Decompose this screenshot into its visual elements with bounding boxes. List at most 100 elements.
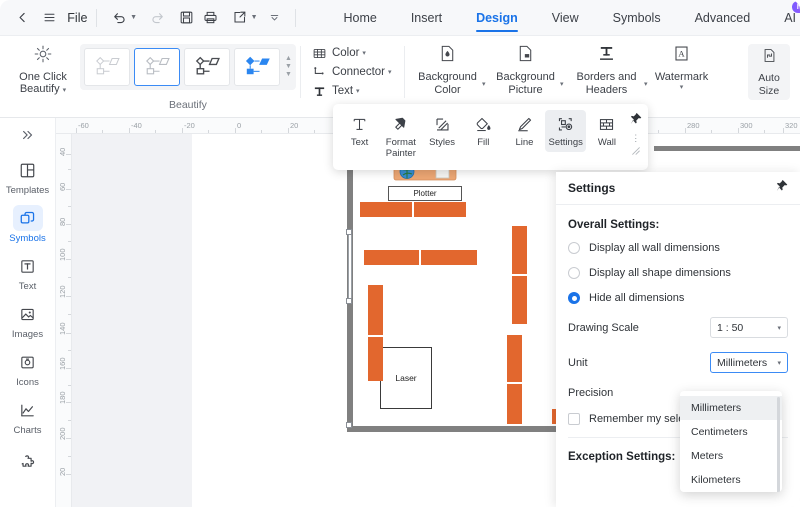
float-settings-button[interactable]: Settings: [545, 110, 587, 152]
float-format-painter-button[interactable]: Format Painter: [380, 110, 421, 159]
export-button[interactable]: ▼: [227, 5, 258, 31]
desk-shape[interactable]: [507, 384, 522, 424]
unit-select[interactable]: Millimeters ▾: [710, 352, 788, 373]
float-styles-label: Styles: [429, 137, 455, 148]
beautify-thumb-3[interactable]: [184, 48, 230, 86]
sidebar-item-label: Symbols: [9, 233, 46, 244]
beautify-thumb-2[interactable]: [134, 48, 180, 86]
text-menu-button[interactable]: Text ▾: [313, 84, 392, 98]
pin-icon[interactable]: [776, 179, 788, 197]
tab-ai[interactable]: AI hot: [767, 0, 800, 36]
more-commands-button[interactable]: [267, 5, 283, 31]
desk-shape[interactable]: [368, 337, 383, 381]
float-settings-label: Settings: [548, 137, 583, 148]
float-fill-button[interactable]: Fill: [463, 110, 504, 148]
share-export-icon: [227, 5, 253, 31]
sidebar-item-images[interactable]: Images: [4, 301, 52, 340]
float-wall-button[interactable]: Wall: [586, 110, 627, 148]
wall-top-selected[interactable]: [654, 146, 800, 151]
sidebar-item-icons[interactable]: Icons: [4, 349, 52, 388]
beautify-thumb-1[interactable]: [84, 48, 130, 86]
chevron-down-icon[interactable]: ▾: [680, 84, 684, 92]
sidebar-item-plugins[interactable]: [4, 449, 52, 475]
unit-option-centimeters[interactable]: Centimeters: [680, 420, 782, 444]
dropdown-scrollbar[interactable]: [777, 397, 780, 492]
ribbon-small-items: Color ▾ Connector ▾ Text ▾: [313, 36, 392, 98]
desk-shape[interactable]: [414, 202, 466, 217]
tab-home[interactable]: Home: [326, 0, 393, 36]
drawing-scale-select[interactable]: 1 : 50 ▾: [710, 317, 788, 338]
desk-shape[interactable]: [421, 250, 477, 265]
desk-shape[interactable]: [364, 250, 419, 265]
color-menu-button[interactable]: Color ▾: [313, 46, 392, 60]
chevron-down-icon[interactable]: ▾: [644, 80, 648, 88]
radio-hide-all-dimensions[interactable]: Hide all dimensions: [568, 292, 788, 304]
beautify-style-strip: ▲ ▼ ▼: [80, 44, 296, 90]
background-color-button[interactable]: Background Color ▾: [409, 36, 487, 96]
vertical-ruler[interactable]: 40 60 80 100 120 140 160 180 200 20: [56, 134, 72, 507]
connector-menu-button[interactable]: Connector ▾: [313, 65, 392, 79]
sidebar-item-symbols[interactable]: Symbols: [4, 205, 52, 244]
save-button[interactable]: [178, 5, 194, 31]
more-dots-icon[interactable]: ⋮: [631, 134, 640, 143]
beautify-thumb-4[interactable]: [234, 48, 280, 86]
wall-handle[interactable]: [346, 298, 352, 304]
laser-shape[interactable]: Laser: [380, 347, 432, 409]
unit-option-kilometers[interactable]: Kilometers: [680, 468, 782, 492]
beautify-scroll-arrows[interactable]: ▲ ▼ ▼: [285, 55, 292, 78]
sidebar-item-templates[interactable]: Templates: [4, 157, 52, 196]
desk-shape[interactable]: [507, 335, 522, 382]
resize-handle-icon[interactable]: [631, 146, 641, 158]
sidebar-expand-button[interactable]: [21, 124, 35, 148]
auto-size-label: Auto Size: [758, 72, 780, 97]
wall-handle[interactable]: [346, 422, 352, 428]
scroll-up-icon[interactable]: ▲: [285, 55, 292, 62]
undo-button[interactable]: ▼: [106, 5, 137, 31]
chevron-down-icon[interactable]: ▾: [482, 80, 486, 88]
redo-button[interactable]: [144, 5, 170, 31]
float-styles-button[interactable]: Styles: [421, 110, 462, 148]
tab-advanced[interactable]: Advanced: [678, 0, 768, 36]
back-button[interactable]: [14, 5, 30, 31]
background-picture-button[interactable]: Background Picture ▾: [487, 36, 565, 96]
one-click-beautify-button[interactable]: One Click Beautify ▾: [6, 36, 80, 97]
wall-left-lower[interactable]: [347, 302, 353, 432]
float-text-button[interactable]: Text: [339, 110, 380, 148]
radio-button[interactable]: [568, 242, 580, 254]
desk-shape[interactable]: [512, 226, 527, 274]
float-line-label: Line: [515, 137, 534, 148]
print-button[interactable]: [202, 5, 218, 31]
watermark-button[interactable]: A Watermark ▾: [649, 36, 715, 92]
float-line-button[interactable]: Line: [504, 110, 545, 148]
auto-size-button[interactable]: Auto Size: [748, 44, 790, 100]
plotter-label-box[interactable]: Plotter: [388, 186, 462, 201]
radio-display-wall-dimensions[interactable]: Display all wall dimensions: [568, 242, 788, 254]
scroll-down-icon[interactable]: ▼: [285, 63, 292, 70]
tab-symbols[interactable]: Symbols: [596, 0, 678, 36]
bg-color-icon: [438, 44, 457, 68]
chevron-down-icon[interactable]: ▾: [560, 80, 564, 88]
radio-display-shape-dimensions[interactable]: Display all shape dimensions: [568, 267, 788, 279]
desk-shape[interactable]: [512, 276, 527, 324]
file-menu-button[interactable]: File: [36, 5, 87, 31]
tab-insert[interactable]: Insert: [394, 0, 459, 36]
sidebar-item-text[interactable]: Text: [4, 253, 52, 292]
unit-dropdown-menu[interactable]: Millimeters Centimeters Meters Kilometer…: [680, 391, 782, 492]
radio-button[interactable]: [568, 267, 580, 279]
desk-shape[interactable]: [368, 285, 383, 335]
watermark-icon: A: [672, 44, 691, 68]
unit-option-millimeters[interactable]: Millimeters: [680, 396, 782, 420]
tab-design[interactable]: Design: [459, 0, 535, 36]
pin-icon[interactable]: [630, 112, 642, 130]
wall-handle[interactable]: [346, 229, 352, 235]
expand-gallery-icon[interactable]: ▼: [285, 71, 292, 78]
radio-button-selected[interactable]: [568, 292, 580, 304]
tab-view[interactable]: View: [535, 0, 596, 36]
sidebar-item-charts[interactable]: Charts: [4, 397, 52, 436]
background-picture-label: Background Picture: [496, 71, 555, 96]
remember-selection-checkbox[interactable]: [568, 413, 580, 425]
unit-option-meters[interactable]: Meters: [680, 444, 782, 468]
borders-and-headers-button[interactable]: Borders and Headers ▾: [565, 36, 649, 96]
sidebar-item-label: Images: [11, 329, 44, 340]
desk-shape[interactable]: [360, 202, 412, 217]
